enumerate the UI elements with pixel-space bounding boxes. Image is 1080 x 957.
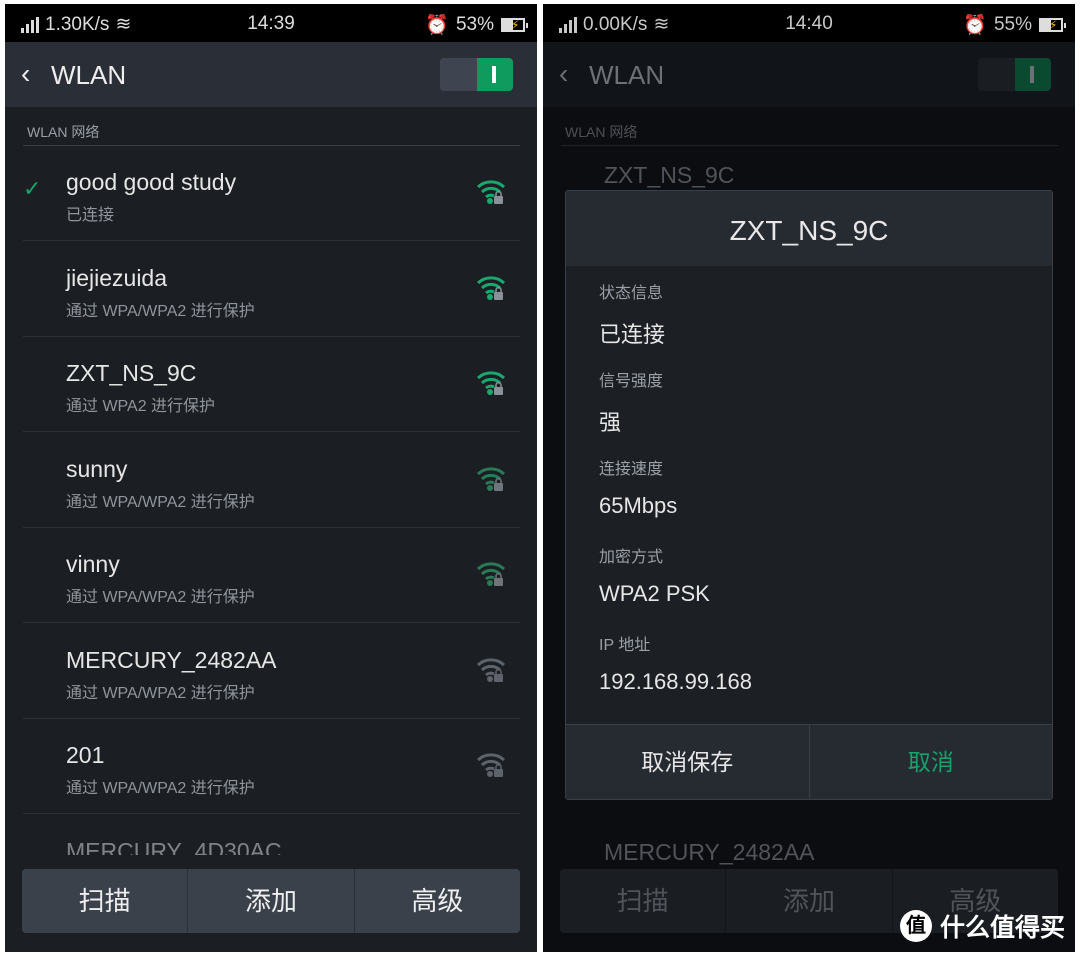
bottom-bar: 扫描 添加 高级 [22, 869, 520, 933]
network-security: 通过 WPA/WPA2 进行保护 [66, 780, 255, 797]
wifi-lock-icon [476, 272, 506, 302]
watermark-logo: 值什么值得买 [899, 908, 1065, 944]
network-security: 通过 WPA/WPA2 进行保护 [66, 589, 255, 606]
network-row[interactable]: MERCURY_4D30AC [23, 815, 520, 855]
wifi-lock-icon [476, 749, 506, 779]
add-button[interactable]: 添加 [188, 869, 355, 933]
dialog-title: ZXT_NS_9C [566, 191, 1052, 266]
cancel-button[interactable]: 取消 [810, 725, 1053, 799]
network-security: 已连接 [66, 207, 115, 224]
field-label: 加密方式 [599, 549, 664, 566]
network-security: 通过 WPA/WPA2 进行保护 [66, 302, 255, 320]
field-label: IP 地址 [599, 637, 651, 654]
network-name: vinny [66, 551, 120, 577]
network-row[interactable]: 201 通过 WPA/WPA2 进行保护 [23, 719, 520, 814]
advanced-button[interactable]: 高级 [355, 869, 520, 933]
network-name: ZXT_NS_9C [66, 360, 197, 386]
network-row[interactable]: ✓ good good study 已连接 [23, 146, 520, 241]
network-row: MERCURY_2482AA [561, 811, 1058, 869]
phone-screen-network-details: 0.00K/s ≋ 14:40 ⏰ 55% ⚡ ‹ WLAN WLAN 网络 ZXT_… [543, 4, 1075, 952]
wifi-lock-icon [476, 463, 506, 493]
battery-icon: ⚡ [1039, 18, 1066, 32]
field-label: 连接速度 [599, 461, 664, 478]
app-bar: ‹ WLAN [543, 42, 1075, 107]
wifi-lock-icon [476, 176, 506, 206]
network-row[interactable]: vinny 通过 WPA/WPA2 进行保护 [23, 528, 520, 623]
field-value: 192.168.99.168 [599, 669, 752, 694]
battery-percent: 55% [993, 14, 1032, 35]
app-bar: ‹ WLAN [5, 42, 537, 107]
network-name: MERCURY_4D30AC [66, 837, 282, 855]
forget-network-button[interactable]: 取消保存 [566, 725, 810, 799]
wlan-toggle[interactable] [440, 58, 513, 91]
network-security: 通过 WPA/WPA2 进行保护 [66, 493, 255, 511]
network-name: jiejiezuida [66, 264, 168, 291]
add-button: 添加 [726, 869, 893, 933]
phone-screen-wlan-list: 1.30K/s ≋ 14:39 ⏰ 53% ⚡ ‹ WLAN WLAN 网络 ✓ goo… [5, 4, 537, 952]
network-name: MERCURY_2482AA [604, 839, 815, 865]
field-value: 65Mbps [599, 493, 678, 518]
wifi-lock-icon [476, 654, 506, 684]
alarm-icon: ⏰ [425, 15, 449, 36]
page-title: WLAN [589, 60, 665, 90]
back-icon[interactable]: ‹ [21, 58, 30, 90]
network-name: MERCURY_2482AA [66, 646, 277, 673]
field-value: 强 [599, 410, 622, 435]
status-bar: 1.30K/s ≋ 14:39 ⏰ 53% ⚡ [5, 4, 537, 42]
scan-button[interactable]: 扫描 [22, 869, 189, 933]
network-name: ZXT_NS_9C [604, 162, 735, 188]
network-security: 通过 WPA2 进行保护 [66, 398, 216, 415]
wlan-toggle [978, 58, 1051, 91]
battery-percent: 53% [455, 14, 494, 35]
wifi-lock-icon [476, 367, 506, 397]
wifi-lock-icon [476, 558, 506, 588]
field-value: WPA2 PSK [599, 581, 710, 606]
network-name: good good study [66, 169, 237, 195]
network-row[interactable]: ZXT_NS_9C 通过 WPA2 进行保护 [23, 337, 520, 432]
network-name: 201 [66, 742, 105, 768]
status-bar: 0.00K/s ≋ 14:40 ⏰ 55% ⚡ [543, 4, 1075, 42]
field-label: 状态信息 [599, 285, 664, 302]
battery-icon: ⚡ [501, 18, 528, 32]
network-row[interactable]: jiejiezuida 通过 WPA/WPA2 进行保护 [23, 242, 520, 337]
back-icon: ‹ [559, 58, 569, 89]
network-details-dialog: ZXT_NS_9C 状态信息已连接信号强度强连接速度 65Mbps 加密方式 WPA2… [565, 190, 1053, 800]
page-title: WLAN [51, 60, 127, 90]
scan-button: 扫描 [560, 869, 727, 933]
alarm-icon: ⏰ [963, 15, 987, 36]
section-label: WLAN 网络 [27, 124, 100, 140]
section-label: WLAN 网络 [565, 124, 638, 140]
network-security: 通过 WPA/WPA2 进行保护 [66, 684, 255, 702]
network-row[interactable]: sunny 通过 WPA/WPA2 进行保护 [23, 433, 520, 528]
field-value: 已连接 [599, 322, 666, 347]
field-label: 信号强度 [599, 373, 664, 390]
network-row[interactable]: MERCURY_2482AA 通过 WPA/WPA2 进行保护 [23, 624, 520, 719]
network-name: sunny [66, 455, 128, 482]
connected-check-icon: ✓ [23, 176, 42, 201]
